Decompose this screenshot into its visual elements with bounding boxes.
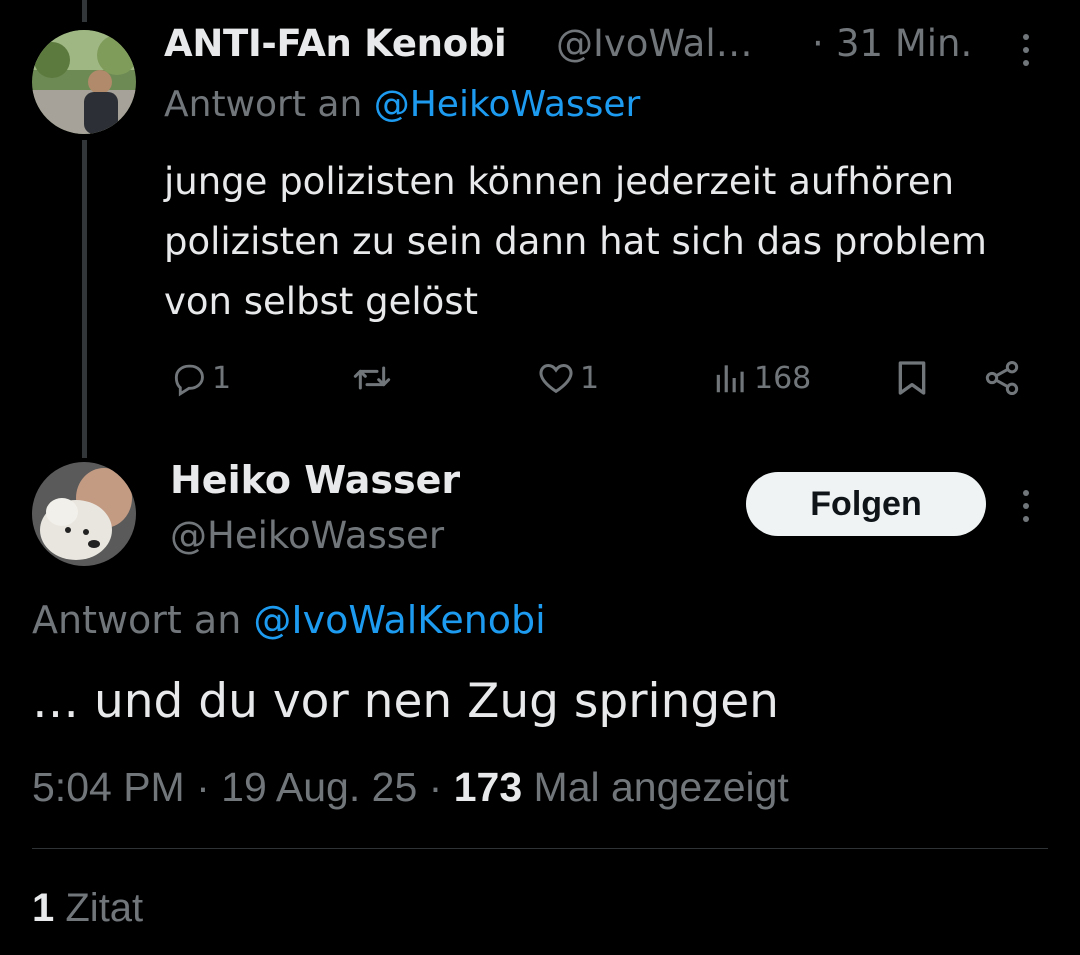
like-count: 1 (580, 360, 600, 396)
like-button[interactable]: 1 (536, 352, 599, 404)
tweet-view-label: Mal angezeigt (533, 764, 789, 810)
comment-icon (170, 359, 208, 397)
reply-author-name[interactable]: ANTI-FAn Kenobi (164, 22, 507, 65)
main-reply-to-link[interactable]: @IvoWalKenobi (253, 598, 545, 642)
reply-tweet-header: ANTI-FAn Kenobi @IvoWal… · 31 Min. (164, 22, 1044, 72)
main-reply-prefix: Antwort an (32, 598, 242, 642)
reply-author-avatar[interactable] (32, 30, 136, 134)
follow-button[interactable]: Folgen (746, 472, 986, 536)
thread-line-top (82, 0, 87, 22)
main-tweet-text: … und du vor nen Zug springen (32, 674, 779, 729)
retweet-icon (352, 358, 392, 398)
main-author-avatar[interactable] (32, 462, 136, 566)
reply-author-handle[interactable]: @IvoWal… (556, 22, 753, 65)
retweet-button[interactable] (352, 352, 392, 404)
main-author-handle[interactable]: @HeikoWasser (170, 514, 444, 557)
reply-tweet-text: junge polizisten können jederzeit aufhör… (164, 160, 987, 323)
share-button[interactable] (982, 352, 1022, 404)
meta-separator-2: · (428, 764, 443, 810)
heart-icon (536, 358, 576, 398)
tweet-date[interactable]: 19 Aug. 25 (221, 764, 417, 810)
quote-count: 1 (32, 886, 55, 930)
reply-context: Antwort an @HeikoWasser (164, 84, 640, 125)
analytics-icon (712, 359, 750, 397)
reply-prefix: Antwort an (164, 84, 363, 125)
bookmark-icon (892, 358, 932, 398)
reply-to-link[interactable]: @HeikoWasser (374, 84, 641, 125)
more-vertical-icon[interactable] (1021, 30, 1031, 70)
main-author-name[interactable]: Heiko Wasser (170, 458, 460, 502)
bookmark-button[interactable] (892, 352, 932, 404)
views-button[interactable]: 168 (712, 352, 811, 404)
tweet-meta: 5:04 PM · 19 Aug. 25 · 173 Mal angezeigt (32, 764, 789, 811)
more-vertical-icon-main[interactable] (1021, 486, 1031, 526)
share-icon (982, 358, 1022, 398)
thread-line (82, 140, 87, 458)
quote-label: Zitat (65, 886, 144, 930)
main-reply-context: Antwort an @IvoWalKenobi (32, 598, 546, 642)
divider (32, 848, 1048, 849)
reply-button[interactable]: 1 (170, 352, 231, 404)
meta-separator: · (196, 764, 210, 810)
reply-timestamp[interactable]: 31 Min. (836, 22, 972, 65)
reply-count: 1 (212, 360, 232, 396)
quote-count-link[interactable]: 1 Zitat (32, 886, 143, 931)
reply-action-bar: 1 1 168 (164, 352, 1034, 404)
view-count: 168 (754, 360, 812, 396)
time-separator: · (812, 22, 824, 65)
tweet-view-count: 173 (453, 764, 523, 810)
tweet-time[interactable]: 5:04 PM (32, 764, 185, 810)
